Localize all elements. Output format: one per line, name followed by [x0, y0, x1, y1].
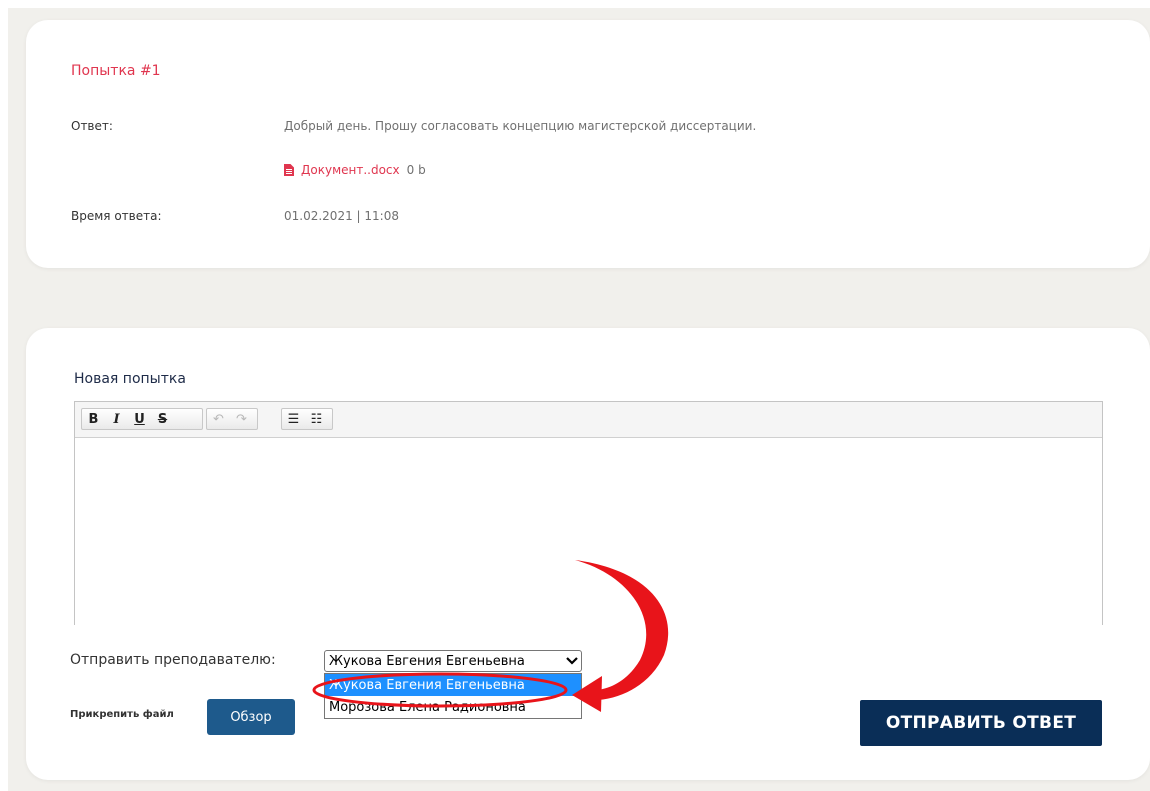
- answer-label: Ответ:: [71, 119, 113, 133]
- underline-button[interactable]: U: [128, 409, 151, 429]
- attach-file-label: Прикрепить файл: [70, 709, 174, 720]
- time-value: 01.02.2021 | 11:08: [284, 209, 399, 223]
- answer-text: Добрый день. Прошу согласовать концепцию…: [284, 119, 757, 133]
- new-attempt-card: Новая попытка B I U S ↶ ↷ ☰ ☷ Отправить …: [26, 328, 1150, 780]
- strikethrough-button[interactable]: S: [151, 409, 174, 429]
- italic-button[interactable]: I: [105, 409, 128, 429]
- rich-text-editor: B I U S ↶ ↷ ☰ ☷: [74, 401, 1103, 625]
- bullet-list-button[interactable]: ☰: [282, 409, 305, 429]
- submit-answer-button[interactable]: ОТПРАВИТЬ ОТВЕТ: [860, 700, 1102, 746]
- bold-button[interactable]: B: [82, 409, 105, 429]
- document-icon: [284, 164, 294, 176]
- attempt-title: Попытка #1: [71, 63, 161, 79]
- teacher-option[interactable]: Морозова Елена Радионовна: [325, 696, 581, 718]
- teacher-select-value: Жукова Евгения Евгеньевна: [329, 653, 525, 669]
- list-group: ☰ ☷: [281, 408, 333, 430]
- redo-button[interactable]: ↷: [230, 409, 253, 429]
- time-label: Время ответа:: [71, 209, 162, 223]
- editor-toolbar: B I U S ↶ ↷ ☰ ☷: [75, 402, 1102, 438]
- browse-button[interactable]: Обзор: [207, 699, 295, 735]
- new-attempt-title: Новая попытка: [74, 371, 186, 387]
- format-group: B I U S: [81, 408, 203, 430]
- file-size: 0 b: [406, 163, 426, 177]
- undo-button[interactable]: ↶: [207, 409, 230, 429]
- teacher-select[interactable]: Жукова Евгения Евгеньевна: [324, 650, 582, 672]
- attached-file: Документ..docx 0 b: [284, 163, 426, 177]
- teacher-option[interactable]: Жукова Евгения Евгеньевна: [325, 674, 581, 696]
- teacher-dropdown-list: Жукова Евгения Евгеньевна Морозова Елена…: [324, 673, 582, 719]
- editor-text-area[interactable]: [75, 439, 1102, 625]
- numbered-list-button[interactable]: ☷: [305, 409, 328, 429]
- send-to-teacher-label: Отправить преподавателю:: [70, 652, 276, 668]
- file-link[interactable]: Документ..docx: [301, 163, 400, 177]
- chevron-down-icon: [563, 652, 581, 670]
- attempt-card: Попытка #1 Ответ: Добрый день. Прошу сог…: [26, 20, 1150, 268]
- history-group: ↶ ↷: [206, 408, 258, 430]
